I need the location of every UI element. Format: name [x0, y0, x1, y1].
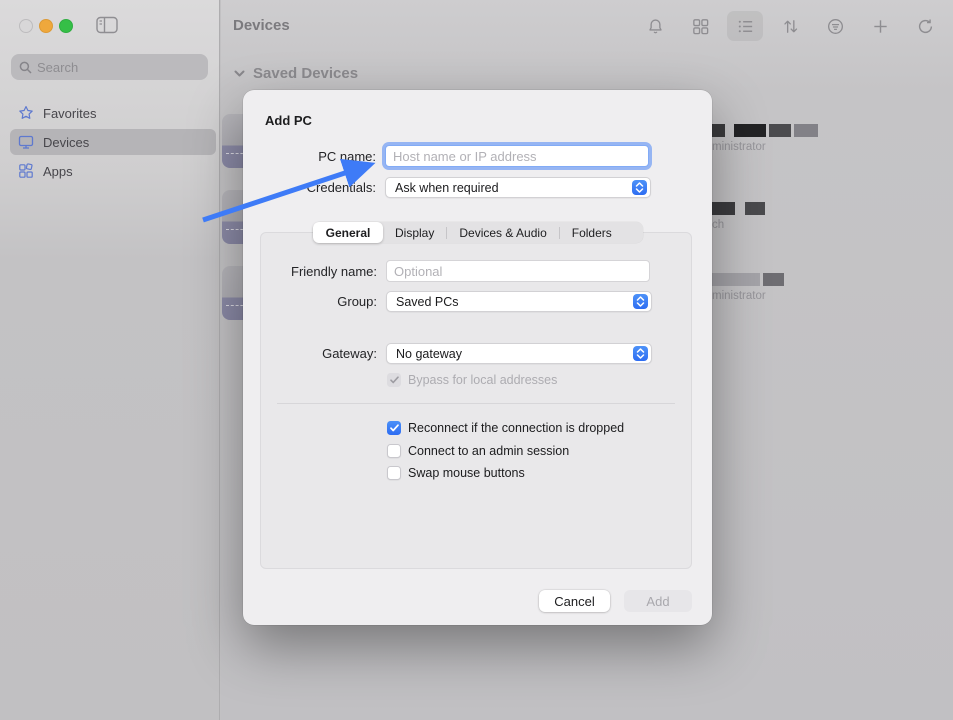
checkbox-label: Bypass for local addresses: [408, 373, 557, 387]
check-icon: [390, 424, 399, 432]
sidebar-item-label: Devices: [43, 135, 89, 150]
search-placeholder: Search: [37, 60, 78, 75]
add-pc-dialog: Add PC PC name: Credentials: Ask when re…: [243, 90, 712, 625]
sort-button[interactable]: [772, 11, 808, 41]
window-close-button[interactable]: [19, 19, 33, 33]
section-header-label: Saved Devices: [253, 65, 358, 82]
checkbox-checked[interactable]: [387, 421, 401, 435]
group-select[interactable]: Saved PCs: [386, 291, 652, 312]
redacted-device-name: [712, 124, 818, 137]
divider: [277, 403, 675, 404]
device-row-fragment: ministrator: [712, 273, 784, 302]
window-zoom-button[interactable]: [59, 19, 73, 33]
redacted-device-name: [712, 273, 784, 286]
gateway-select[interactable]: No gateway: [386, 343, 652, 364]
gateway-label: Gateway:: [261, 346, 377, 361]
checkbox-unchecked[interactable]: [387, 466, 401, 480]
add-device-button[interactable]: [862, 11, 898, 41]
friendly-name-input[interactable]: [386, 260, 650, 282]
list-view-icon: [736, 17, 755, 36]
sidebar-toggle-icon[interactable]: [96, 16, 118, 39]
device-username: ministrator: [712, 290, 784, 302]
stepper-icon: [633, 294, 648, 309]
pc-name-input[interactable]: [385, 145, 649, 167]
filter-button[interactable]: [817, 11, 853, 41]
page-title: Devices: [233, 17, 290, 34]
bypass-local-checkbox-row: Bypass for local addresses: [387, 373, 557, 387]
notifications-button[interactable]: [637, 11, 673, 41]
add-button[interactable]: Add: [624, 590, 692, 612]
search-input[interactable]: Search: [11, 54, 208, 80]
group-value: Saved PCs: [396, 295, 633, 309]
admin-session-checkbox-row[interactable]: Connect to an admin session: [387, 444, 569, 458]
friendly-name-label: Friendly name:: [261, 264, 377, 279]
credentials-select[interactable]: Ask when required: [385, 177, 651, 198]
sidebar-item-favorites[interactable]: Favorites: [10, 100, 216, 126]
tab-devices-audio[interactable]: Devices & Audio: [447, 222, 558, 243]
sidebar-item-label: Apps: [43, 164, 73, 179]
tab-folders[interactable]: Folders: [560, 222, 624, 243]
checkbox-label: Reconnect if the connection is dropped: [408, 421, 624, 435]
app-window: Search Favorites Devices Apps Devices: [0, 0, 953, 720]
checkbox-checked-disabled: [387, 373, 401, 387]
dialog-tab-bar: General Display Devices & Audio Folders: [313, 222, 643, 243]
stepper-icon: [633, 346, 648, 361]
sidebar-item-apps[interactable]: Apps: [10, 158, 216, 184]
checkbox-label: Swap mouse buttons: [408, 466, 525, 480]
list-view-button[interactable]: [727, 11, 763, 41]
swap-mouse-checkbox-row[interactable]: Swap mouse buttons: [387, 466, 525, 480]
checkbox-label: Connect to an admin session: [408, 444, 569, 458]
gateway-value: No gateway: [396, 347, 633, 361]
bell-icon: [646, 17, 665, 36]
sidebar: Search Favorites Devices Apps: [0, 0, 220, 720]
reconnect-checkbox-row[interactable]: Reconnect if the connection is dropped: [387, 421, 624, 435]
monitor-icon: [18, 134, 34, 150]
redacted-device-name: [712, 202, 765, 215]
filter-icon: [826, 17, 845, 36]
sidebar-item-devices[interactable]: Devices: [10, 129, 216, 155]
dialog-title: Add PC: [265, 113, 312, 128]
star-icon: [18, 105, 34, 121]
chevron-down-icon: [233, 67, 246, 80]
device-row-fragment: ch: [712, 202, 765, 231]
sort-arrows-icon: [781, 17, 800, 36]
plus-icon: [871, 17, 890, 36]
checkbox-unchecked[interactable]: [387, 444, 401, 458]
check-icon: [390, 376, 399, 384]
credentials-value: Ask when required: [395, 181, 632, 195]
search-icon: [19, 61, 32, 74]
cancel-button[interactable]: Cancel: [539, 590, 610, 612]
window-minimize-button[interactable]: [39, 19, 53, 33]
general-tab-panel: Friendly name: Group: Saved PCs Gateway:…: [260, 232, 692, 569]
device-username: ministrator: [712, 141, 818, 153]
tab-display[interactable]: Display: [383, 222, 446, 243]
apps-grid-icon: [18, 163, 34, 179]
grid-view-button[interactable]: [682, 11, 718, 41]
group-label: Group:: [261, 294, 377, 309]
refresh-icon: [916, 17, 935, 36]
sidebar-item-label: Favorites: [43, 106, 96, 121]
toolbar: [637, 10, 943, 42]
credentials-label: Credentials:: [243, 180, 376, 195]
section-header[interactable]: Saved Devices: [233, 65, 358, 82]
device-row-fragment: ministrator: [712, 124, 818, 153]
pc-name-label: PC name:: [243, 149, 376, 164]
tab-general[interactable]: General: [313, 222, 383, 243]
sidebar-nav: Favorites Devices Apps: [10, 100, 216, 187]
stepper-icon: [632, 180, 647, 195]
refresh-button[interactable]: [907, 11, 943, 41]
grid-view-icon: [691, 17, 710, 36]
device-username: ch: [712, 219, 765, 231]
